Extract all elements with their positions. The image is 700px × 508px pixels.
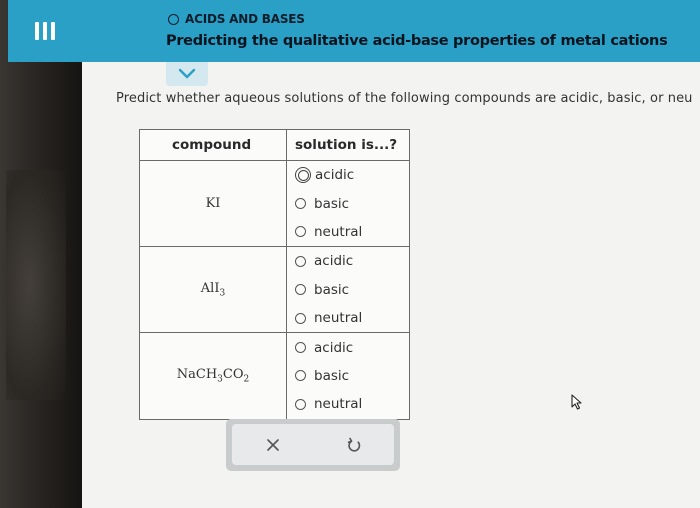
topic-label: ACIDS AND BASES [168, 12, 305, 26]
compound-formula-subscript: 3 [219, 288, 226, 299]
answer-table: compound solution is...? KI acidic basic… [139, 129, 410, 420]
undo-icon [347, 437, 360, 452]
radio-icon[interactable] [295, 342, 306, 354]
compound-formula: KI [205, 196, 221, 212]
question-text: Predict whether aqueous solutions of the… [116, 91, 693, 106]
clear-button[interactable] [253, 430, 293, 460]
formula-subscript: 2 [243, 374, 250, 385]
header-solution: solution is...? [286, 129, 410, 161]
header-bar: ACIDS AND BASES Predicting the qualitati… [8, 0, 700, 62]
options-cell: acidic basic neutral [286, 246, 410, 334]
collapse-toggle[interactable] [166, 62, 208, 86]
option-label: neutral [314, 396, 363, 413]
topic-circle-icon [168, 13, 179, 25]
option-label: neutral [314, 310, 363, 327]
option-neutral[interactable]: neutral [295, 304, 409, 332]
formula-part: NaCH [176, 367, 218, 383]
option-acidic[interactable]: acidic [295, 333, 409, 361]
option-label: acidic [314, 339, 354, 356]
options-cell: acidic basic neutral [286, 159, 410, 248]
radio-icon[interactable] [295, 284, 306, 296]
option-label: neutral [314, 223, 363, 240]
app-screen: ACIDS AND BASES Predicting the qualitati… [8, 0, 700, 508]
option-basic[interactable]: basic [295, 362, 409, 390]
formula-part: CO [222, 367, 244, 383]
compound-ki: KI [139, 159, 287, 248]
chevron-down-icon [178, 68, 196, 79]
table-row: KI acidic basic neutral [139, 159, 410, 248]
action-bar [226, 419, 400, 471]
device-bezel [0, 0, 82, 508]
close-icon [266, 438, 279, 451]
option-acidic[interactable]: acidic [295, 247, 409, 275]
action-bar-inner [232, 424, 394, 465]
option-label: acidic [315, 167, 355, 184]
option-label: basic [314, 367, 350, 384]
radio-icon[interactable] [295, 198, 306, 210]
option-acidic[interactable]: acidic [295, 161, 409, 189]
radio-icon[interactable] [295, 312, 306, 324]
option-label: basic [314, 195, 350, 212]
radio-icon[interactable] [295, 226, 306, 238]
radio-icon[interactable] [295, 255, 306, 267]
option-label: basic [314, 281, 350, 298]
compound-nach3co2: NaCH3CO2 [139, 332, 287, 420]
page-title: Predicting the qualitative acid-base pro… [166, 33, 668, 49]
hamburger-menu-icon [35, 22, 55, 40]
radio-icon[interactable] [295, 398, 306, 410]
header-compound: compound [139, 129, 287, 161]
option-label: acidic [314, 253, 354, 270]
menu-button[interactable] [8, 0, 82, 62]
compound-formula-main: AlI [200, 280, 220, 296]
table-row: NaCH3CO2 acidic basic neutral [139, 332, 410, 420]
mouse-cursor-icon [571, 394, 582, 410]
topic-text: ACIDS AND BASES [185, 12, 305, 26]
undo-button[interactable] [334, 430, 374, 460]
radio-icon[interactable] [295, 370, 306, 382]
option-basic[interactable]: basic [295, 276, 409, 304]
option-neutral[interactable]: neutral [295, 218, 409, 246]
bezel-pattern [6, 170, 66, 400]
table-row: AlI3 acidic basic neutral [139, 246, 410, 334]
option-neutral[interactable]: neutral [295, 390, 409, 418]
radio-selected-icon[interactable] [295, 167, 311, 184]
option-basic[interactable]: basic [295, 189, 409, 217]
compound-ali3: AlI3 [139, 246, 287, 334]
options-cell: acidic basic neutral [286, 332, 410, 420]
